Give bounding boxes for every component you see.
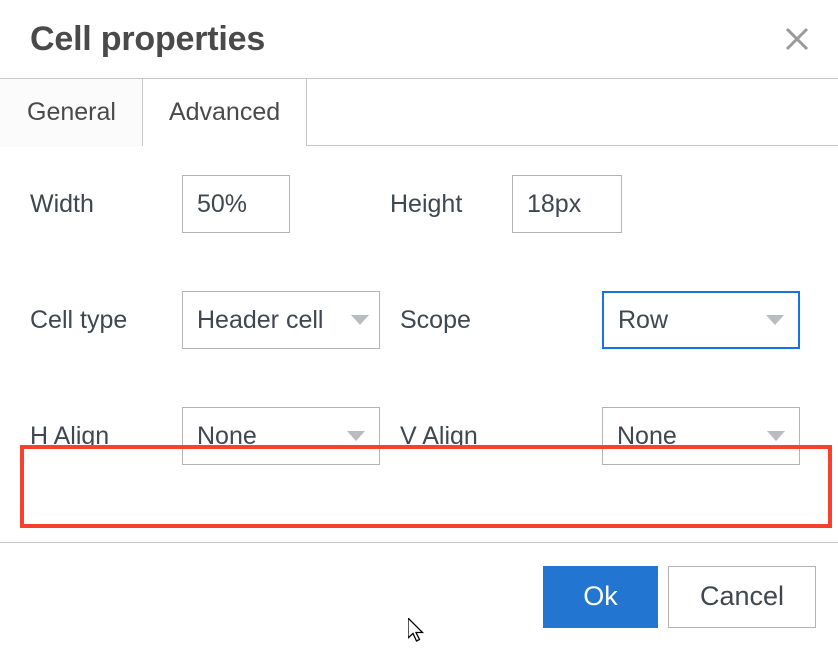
width-label: Width: [30, 189, 94, 218]
h-align-value: None: [197, 421, 257, 450]
tab-advanced[interactable]: Advanced: [142, 79, 308, 146]
v-align-value: None: [617, 421, 677, 450]
scope-value: Row: [618, 305, 669, 334]
cell-type-label: Cell type: [30, 305, 128, 334]
dialog-body: Width Height Cell type Header cell Scope…: [0, 146, 838, 542]
v-align-select[interactable]: None: [602, 407, 800, 465]
cell-type-select[interactable]: Header cell: [182, 291, 380, 349]
tab-advanced-label: Advanced: [168, 98, 281, 126]
close-icon: [783, 25, 811, 53]
row-h-v-align: H Align None V Align None: [0, 406, 838, 466]
chevron-down-icon: [766, 315, 784, 325]
row-cell-type-scope: Cell type Header cell Scope Row: [0, 290, 838, 350]
cell-type-value: Header cell: [197, 305, 324, 334]
close-button[interactable]: [776, 18, 818, 60]
ok-button[interactable]: Ok: [543, 565, 658, 628]
width-input[interactable]: [182, 175, 290, 233]
chevron-down-icon: [767, 431, 785, 441]
v-align-label: V Align: [400, 421, 478, 450]
h-align-select[interactable]: None: [182, 407, 380, 465]
dialog-header: Cell properties: [0, 0, 838, 78]
scope-label: Scope: [400, 305, 471, 334]
row-width-height: Width Height: [0, 174, 838, 234]
chevron-down-icon: [347, 431, 365, 441]
tab-general-label: General: [27, 98, 116, 126]
tab-bar: General Advanced: [0, 78, 838, 147]
h-align-label: H Align: [30, 421, 110, 450]
tab-general[interactable]: General: [0, 79, 143, 147]
height-label: Height: [390, 189, 463, 218]
dialog-footer: Ok Cancel: [0, 542, 838, 650]
page-title: Cell properties: [30, 20, 266, 58]
chevron-down-icon: [351, 315, 369, 325]
cell-properties-dialog: Cell properties General Advanced Width H…: [0, 0, 838, 650]
scope-select[interactable]: Row: [602, 291, 800, 349]
height-input[interactable]: [512, 175, 622, 233]
cancel-button[interactable]: Cancel: [668, 565, 816, 628]
